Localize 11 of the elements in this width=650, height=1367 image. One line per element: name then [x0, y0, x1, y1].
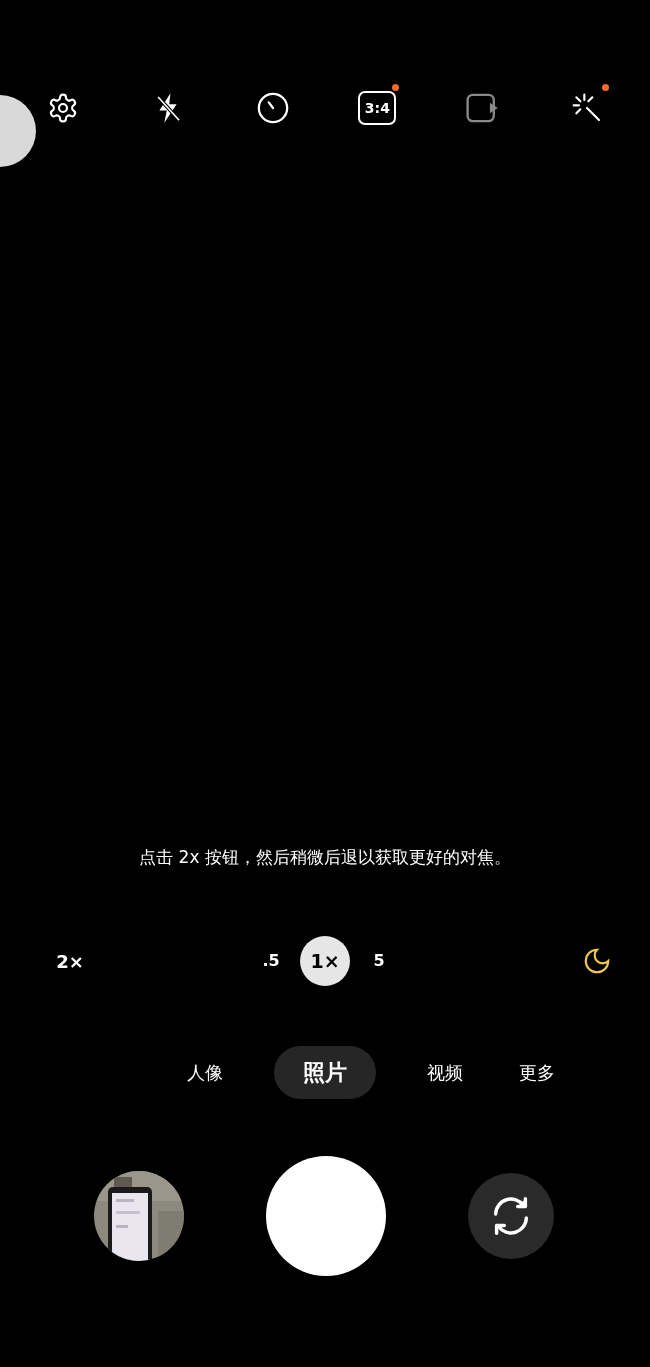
focus-hint: 点击 2x 按钮，然后稍微后退以获取更好的对焦。 [139, 846, 511, 870]
mode-tab[interactable]: 照片 [274, 1046, 376, 1099]
mode-tab[interactable]: 视频 [404, 1046, 486, 1099]
zoom-level-button[interactable]: 5 [354, 936, 404, 986]
mode-tab[interactable]: 人像 [164, 1046, 246, 1099]
mode-tab[interactable]: 更多 [514, 1046, 560, 1099]
aspect-ratio-button[interactable]: 3:4 [358, 91, 397, 125]
zoom-level-button[interactable]: .5 [246, 936, 296, 986]
zoom-level-button[interactable]: 1× [300, 936, 350, 986]
zoom-suggestion-button[interactable]: 2× [56, 947, 84, 975]
moon-icon[interactable] [582, 946, 612, 976]
